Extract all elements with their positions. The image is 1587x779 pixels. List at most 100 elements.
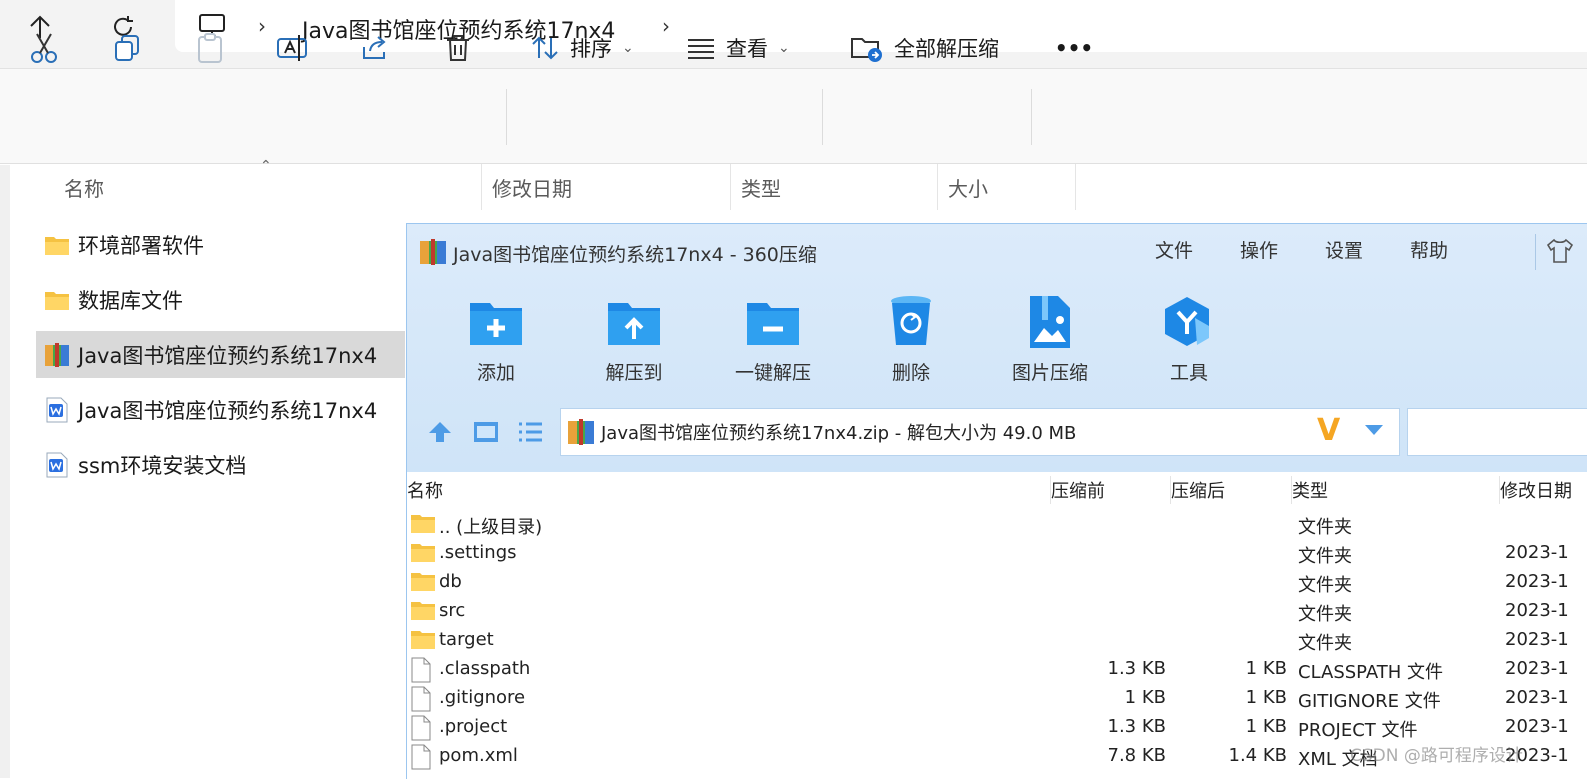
tool-label: 一键解压 [734, 362, 811, 384]
file-row[interactable]: 数据库文件 [36, 276, 405, 323]
menu-help[interactable]: 帮助 [1410, 236, 1448, 263]
search-input[interactable] [1407, 408, 1587, 456]
file-icon [410, 715, 436, 741]
archive-row[interactable]: .project 1.3 KB 1 KB PROJECT 文件 2023-1 [407, 713, 1587, 742]
column-size[interactable]: 大小 [948, 164, 988, 210]
menu-action[interactable]: 操作 [1240, 236, 1278, 263]
word-doc-icon [46, 397, 68, 422]
v-badge-icon[interactable]: V [1317, 413, 1340, 448]
tool-label: 解压到 [605, 362, 663, 384]
archive-row-size-after: 1 KB [1245, 658, 1287, 679]
archive-row[interactable]: target 文件夹 2023-1 [407, 626, 1587, 655]
column-size-before[interactable]: 压缩前 [1051, 476, 1105, 504]
column-divider[interactable] [937, 164, 938, 210]
sort-icon [532, 36, 558, 60]
archive-row-date: 2023-1 [1505, 542, 1569, 563]
archive-row-date: 2023-1 [1505, 716, 1569, 737]
archive-row-type: PROJECT 文件 [1298, 720, 1418, 741]
column-modified[interactable]: 修改日期 [1500, 476, 1572, 504]
column-divider [1291, 476, 1292, 504]
file-icon [410, 657, 436, 683]
menu-settings[interactable]: 设置 [1325, 236, 1363, 263]
rename-button[interactable] [272, 28, 312, 68]
trash-icon [447, 35, 469, 61]
column-name[interactable]: 名称 [407, 476, 443, 504]
file-row[interactable]: 环境部署软件 [36, 221, 405, 268]
file-name: ssm环境安装文档 [78, 453, 247, 478]
column-size-after[interactable]: 压缩后 [1171, 476, 1225, 504]
delete-button[interactable] [438, 28, 478, 68]
chevron-down-icon: ⌄ [622, 40, 634, 56]
folder-icon [410, 512, 436, 536]
archive-row-name: target [439, 629, 494, 650]
share-icon [363, 36, 386, 59]
menu-file[interactable]: 文件 [1155, 236, 1193, 263]
image-compress-tool-button[interactable]: 图片压缩 [995, 292, 1105, 385]
archive-row[interactable]: .settings 文件夹 2023-1 [407, 539, 1587, 568]
delete-tool-button[interactable]: 删除 [856, 292, 966, 385]
extract-to-folder-icon [608, 303, 660, 345]
extract-to-tool-button[interactable]: 解压到 [579, 292, 689, 385]
column-divider[interactable] [1075, 164, 1076, 210]
navigation-pane-edge [0, 165, 10, 778]
sort-ascending-icon: ⌃ [260, 158, 272, 174]
tool-label: 删除 [891, 362, 930, 384]
column-divider[interactable] [481, 164, 482, 210]
archive-row[interactable]: src 文件夹 2023-1 [407, 597, 1587, 626]
column-divider [1499, 476, 1500, 504]
folder-icon [45, 291, 69, 310]
tool-label: 工具 [1169, 362, 1208, 384]
more-options-button[interactable]: ••• [1052, 28, 1096, 68]
archive-row-size-before: 1.3 KB [1107, 716, 1167, 737]
add-tool-button[interactable]: 添加 [441, 292, 551, 385]
copy-button[interactable] [107, 28, 147, 68]
command-bar [0, 69, 1587, 164]
archive-path-box[interactable]: Java图书馆座位预约系统17nx4.zip - 解包大小为 49.0 MB V [560, 408, 1400, 456]
archive-row-name: src [439, 600, 466, 621]
watermark: CSDN @路可程序设计 [1350, 746, 1523, 766]
chevron-right-icon[interactable]: › [662, 14, 670, 38]
quick-extract-tool-button[interactable]: 一键解压 [718, 292, 828, 385]
file-icon [410, 686, 436, 712]
dropdown-arrow-icon[interactable] [1365, 425, 1383, 435]
thumbnail-view-button[interactable] [473, 421, 499, 447]
archive-row-date: 2023-1 [1505, 571, 1569, 592]
archive-row-date: 2023-1 [1505, 600, 1569, 621]
clipboard-icon [198, 33, 222, 63]
cut-button[interactable] [24, 28, 64, 68]
word-doc-icon [46, 452, 68, 477]
view-button[interactable]: 查看 ⌄ [686, 28, 796, 68]
tool-label: 图片压缩 [1011, 362, 1088, 384]
column-name[interactable]: 名称 [64, 164, 104, 210]
file-name: 环境部署软件 [78, 233, 204, 258]
tools-tool-button[interactable]: 工具 [1134, 292, 1244, 385]
archive-row[interactable]: db 文件夹 2023-1 [407, 568, 1587, 597]
file-row[interactable]: Java图书馆座位预约系统17nx4 [36, 386, 405, 433]
column-type[interactable]: 类型 [741, 164, 781, 210]
archive-row-type: CLASSPATH 文件 [1298, 662, 1444, 683]
column-divider[interactable] [730, 164, 731, 210]
archive-row[interactable]: .gitignore 1 KB 1 KB GITIGNORE 文件 2023-1 [407, 684, 1587, 713]
file-name: Java图书馆座位预约系统17nx4 [78, 343, 378, 368]
column-date[interactable]: 修改日期 [492, 164, 572, 210]
sort-button[interactable]: 排序 ⌄ [530, 28, 640, 68]
up-level-button[interactable] [427, 420, 453, 448]
recycle-bin-icon [891, 296, 931, 345]
skin-shirt-icon[interactable] [1545, 238, 1575, 268]
list-view-button[interactable] [517, 421, 543, 447]
column-divider [1050, 476, 1051, 504]
column-divider [1170, 476, 1171, 504]
file-row[interactable]: ssm环境安装文档 [36, 441, 405, 488]
file-row-selected[interactable]: Java图书馆座位预约系统17nx4 [36, 331, 405, 378]
column-type[interactable]: 类型 [1292, 476, 1328, 504]
archive-row-date: 2023-1 [1505, 629, 1569, 650]
archive-row-size-after: 1 KB [1245, 716, 1287, 737]
archive-row[interactable]: .classpath 1.3 KB 1 KB CLASSPATH 文件 2023-1 [407, 655, 1587, 684]
archive-row-date: 2023-1 [1505, 658, 1569, 679]
tool-label: 添加 [476, 362, 515, 384]
extract-all-button[interactable]: 全部解压缩 [850, 28, 1010, 68]
share-button[interactable] [355, 28, 395, 68]
archive-row[interactable]: .. (上级目录) 文件夹 [407, 510, 1587, 539]
paste-button[interactable] [190, 28, 230, 68]
archive-row-name: .classpath [439, 658, 531, 679]
